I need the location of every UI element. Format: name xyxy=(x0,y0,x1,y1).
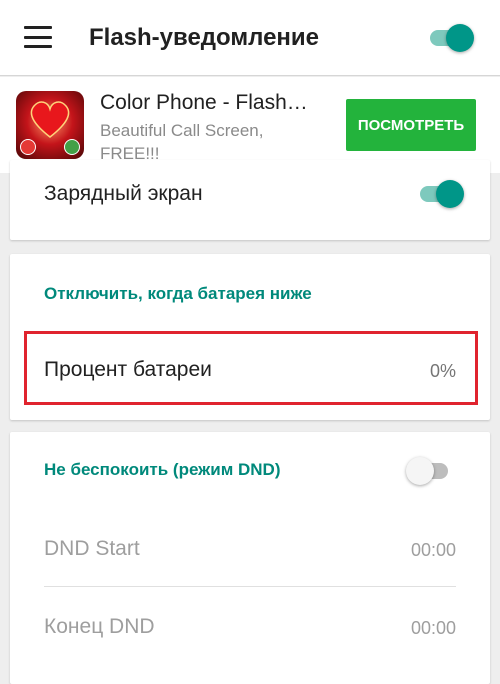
dnd-section-header: Не беспокоить (режим DND) xyxy=(44,460,281,479)
dnd-end-label: Конец DND xyxy=(44,615,155,638)
dnd-end-row[interactable]: Конец DND 00:00 xyxy=(10,590,490,664)
dnd-start-row[interactable]: DND Start 00:00 xyxy=(10,512,490,586)
accept-call-icon xyxy=(64,139,80,155)
row-divider xyxy=(44,586,456,587)
hamburger-menu-icon[interactable] xyxy=(24,26,52,48)
heart-call-app-icon[interactable] xyxy=(16,91,84,159)
battery-section-header: Отключить, когда батарея ниже xyxy=(44,284,312,303)
ad-subtitle: Beautiful Call Screen, FREE!!! xyxy=(100,121,264,163)
dnd-end-value: 00:00 xyxy=(410,618,456,638)
dnd-card: Не беспокоить (режим DND) DND Start 00:0… xyxy=(10,432,490,684)
charging-screen-toggle[interactable] xyxy=(418,180,464,208)
ad-banner[interactable]: Color Phone - Flash… Beautiful Call Scre… xyxy=(0,77,500,173)
ad-view-button[interactable]: ПОСМОТРЕТЬ xyxy=(346,99,476,151)
dnd-start-value: 00:00 xyxy=(410,540,456,560)
dnd-start-label: DND Start xyxy=(44,537,140,560)
charging-screen-card: Зарядный экран xyxy=(10,160,490,240)
app-bar: Flash-уведомление xyxy=(0,0,500,76)
dnd-toggle[interactable] xyxy=(406,457,452,485)
page-title: Flash-уведомление xyxy=(89,24,320,51)
ad-title[interactable]: Color Phone - Flash… xyxy=(100,91,320,115)
charging-screen-label: Зарядный экран xyxy=(44,182,203,205)
battery-percent-value: 0% xyxy=(429,361,456,381)
battery-percent-row[interactable]: Процент батареи 0% xyxy=(10,332,490,408)
decline-call-icon xyxy=(20,139,36,155)
battery-percent-label: Процент батареи xyxy=(44,358,212,381)
battery-card: Отключить, когда батарея ниже Процент ба… xyxy=(10,254,490,420)
main-flash-toggle[interactable] xyxy=(428,24,474,52)
